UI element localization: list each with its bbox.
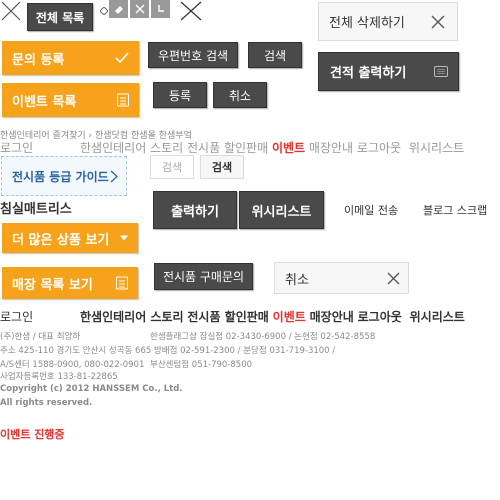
footer-rights: All rights reserved. bbox=[0, 398, 93, 408]
nav-store[interactable]: 매장안내 bbox=[309, 141, 353, 155]
close-small-icon[interactable] bbox=[130, 0, 149, 18]
footer-biz-no: 사업자등록번호 133-81-22865 bbox=[0, 372, 118, 382]
event-ongoing-label: 이벤트 진행중 bbox=[0, 428, 65, 441]
nav-row-bottom: 로그인 한샘인테리어 스토리 전시품 할인판매 이벤트 매장안내 로그아웃 위시리… bbox=[0, 308, 465, 325]
all-list-button[interactable]: 전체 목록 bbox=[27, 3, 93, 31]
eraser-icon[interactable] bbox=[109, 0, 128, 18]
nav-sale[interactable]: 전시품 할인판매 bbox=[187, 141, 268, 155]
print-button[interactable]: 출력하기 bbox=[153, 191, 237, 229]
delete-all-button[interactable]: 전체 삭제하기 bbox=[318, 2, 458, 41]
event-list-button[interactable]: 이벤트 목록 bbox=[2, 83, 139, 117]
footer-ceo: (주)한샘 / 대표 최양하 bbox=[0, 332, 81, 342]
nav-logout[interactable]: 로그아웃 bbox=[357, 141, 401, 155]
cancel-button[interactable]: 취소 bbox=[213, 82, 267, 108]
nav-event[interactable]: 이벤트 bbox=[272, 141, 305, 155]
nav-sale[interactable]: 전시품 할인판매 bbox=[187, 310, 268, 324]
mattress-title: 침실매트리스 bbox=[0, 202, 72, 217]
footer-flagship: 한샘플래그샵 잠실점 02-3430-6900 / 논현점 02-542-855… bbox=[150, 332, 376, 342]
chevron-right-icon bbox=[110, 170, 118, 186]
nav-login[interactable]: 로그인 bbox=[0, 139, 80, 156]
close-icon bbox=[387, 272, 400, 289]
nav-event[interactable]: 이벤트 bbox=[273, 310, 306, 324]
search-light-button-2[interactable]: 검색 bbox=[200, 155, 244, 179]
footer-copyright: Copyright (c) 2012 HANSSEM Co., Ltd. bbox=[0, 384, 183, 394]
more-products-button[interactable]: 더 많은 상품 보기 bbox=[2, 223, 138, 253]
footer-busan: 부산센텀점 051-790-8500 bbox=[150, 360, 253, 370]
print-icon bbox=[434, 66, 448, 77]
nav-wishlist[interactable]: 위시리스트 bbox=[409, 141, 464, 155]
search-button[interactable]: 검색 bbox=[248, 42, 302, 68]
nav-wishlist[interactable]: 위시리스트 bbox=[410, 310, 465, 324]
store-list-button[interactable]: 매장 목록 보기 bbox=[2, 267, 138, 299]
nav-logout[interactable]: 로그아웃 bbox=[358, 310, 402, 324]
diamond-icon bbox=[99, 0, 109, 16]
footer-address: 주소 425-110 경기도 안산시 성곡동 665 방배점 02-591-23… bbox=[0, 346, 336, 356]
search-light-button-1[interactable]: 검색 bbox=[150, 155, 194, 179]
close-icon bbox=[431, 15, 445, 33]
reply-arrow-icon[interactable] bbox=[151, 0, 170, 18]
print-estimate-button[interactable]: 견적 출력하기 bbox=[318, 52, 459, 91]
caret-down-icon bbox=[120, 235, 128, 241]
email-send-link[interactable]: 이메일 전송 bbox=[344, 202, 398, 218]
inquiry-register-button[interactable]: 문의 등록 bbox=[2, 41, 139, 75]
close-x-icon[interactable] bbox=[0, 0, 22, 22]
showroom-grade-guide-button[interactable]: 전시품 등급 가이드 bbox=[1, 156, 127, 196]
nav-login[interactable]: 로그인 bbox=[0, 308, 80, 325]
showroom-inquiry-button[interactable]: 전시품 구매문의 bbox=[154, 263, 253, 290]
nav-row-top: 로그인 한샘인테리어 스토리 전시품 할인판매 이벤트 매장안내 로그아웃 위시리… bbox=[0, 139, 464, 156]
cancel-light-button[interactable]: 취소 bbox=[274, 262, 409, 294]
document-icon bbox=[116, 276, 128, 290]
blog-scrap-link[interactable]: 블로그 스크랩 bbox=[423, 202, 487, 218]
zip-search-button[interactable]: 우편번호 검색 bbox=[148, 42, 238, 68]
nav-story[interactable]: 한샘인테리어 스토리 bbox=[80, 141, 183, 155]
check-icon bbox=[115, 52, 129, 64]
nav-store[interactable]: 매장안내 bbox=[310, 310, 354, 324]
nav-story[interactable]: 한샘인테리어 스토리 bbox=[80, 310, 184, 324]
close-x-large-icon[interactable] bbox=[179, 0, 203, 22]
document-icon bbox=[117, 93, 129, 107]
footer-as-center: A/S센터 1588-0900, 080-022-0901 bbox=[0, 360, 145, 370]
register-button[interactable]: 등록 bbox=[153, 82, 207, 108]
wishlist-button[interactable]: 위시리스트 bbox=[239, 191, 324, 229]
